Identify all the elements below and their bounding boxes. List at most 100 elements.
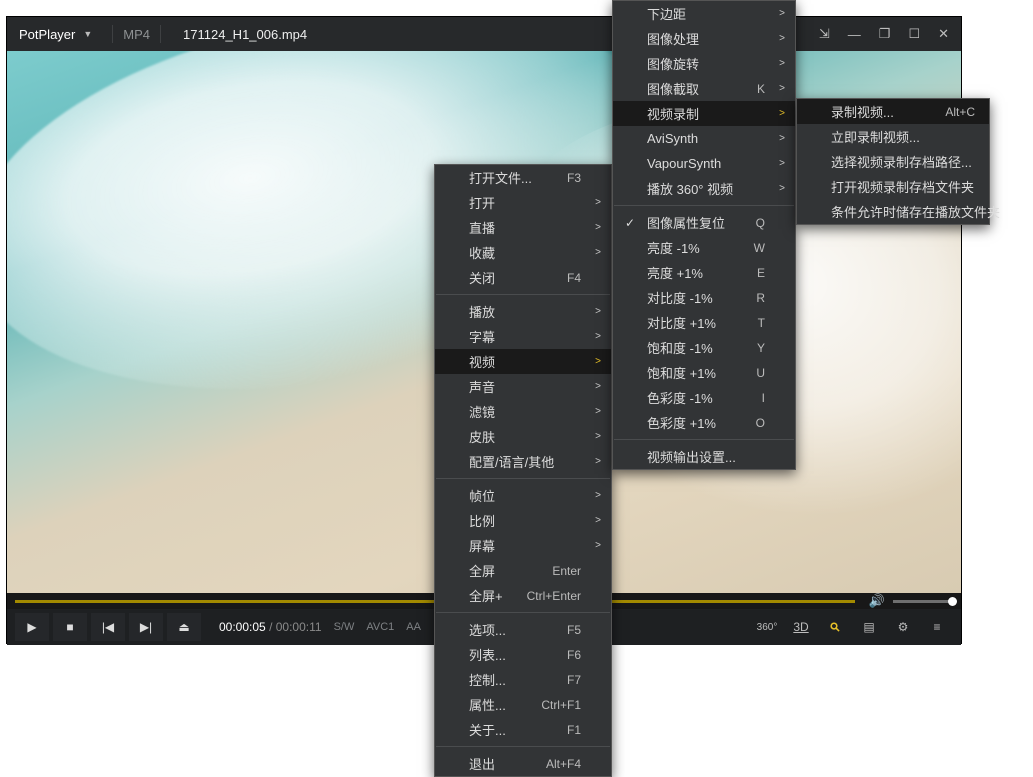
menu-item-label: 对比度 -1% [647,288,713,307]
menu-item-label: 选择视频录制存档路径... [831,152,972,171]
menu-item-label: 视频 [469,352,495,371]
stop-button[interactable]: ■ [53,613,87,641]
menu-item-label: 帧位 [469,486,495,505]
menu-item[interactable]: 配置/语言/其他> [435,449,611,474]
submenu-arrow-icon: > [779,183,785,194]
menu-item[interactable]: ✓图像属性复位Q [613,210,795,235]
menu-item-label: 播放 360° 视频 [647,179,733,198]
menu-item-label: 打开视频录制存档文件夹 [831,177,974,196]
divider [160,25,161,43]
menu-item[interactable]: 帧位 > [435,483,611,508]
prev-button[interactable]: |◀ [91,613,125,641]
menu-item-shortcut: Ctrl+F1 [541,698,581,712]
menu-item[interactable]: 对比度 +1%T [613,310,795,335]
menu-item[interactable]: 对比度 -1% R [613,285,795,310]
menu-item[interactable]: 选项...F5 [435,617,611,642]
menu-item[interactable]: 下边距> [613,1,795,26]
menu-item[interactable]: 图像截取K> [613,76,795,101]
menu-item-label: VapourSynth [647,156,721,171]
submenu-arrow-icon: > [595,331,601,342]
menu-item[interactable]: 滤镜> [435,399,611,424]
menu-item[interactable]: 控制...F7 [435,667,611,692]
menu-item[interactable]: 亮度 -1%W [613,235,795,260]
current-time: 00:00:05 [219,620,266,634]
menu-item-shortcut: F4 [567,271,581,285]
submenu-arrow-icon: > [595,222,601,233]
volume-track[interactable] [893,600,953,603]
volume-knob[interactable] [948,597,957,606]
context-menu-video[interactable]: 下边距>图像处理>图像旋转>图像截取K>视频录制>AviSynth>Vapour… [612,0,796,470]
submenu-arrow-icon: > [595,490,601,501]
menu-item-label: 图像处理 [647,29,699,48]
menu-item[interactable]: 全屏Enter [435,558,611,583]
submenu-arrow-icon: > [595,247,601,258]
3d-button[interactable]: 3D [791,617,811,637]
menu-item[interactable]: 打开> [435,190,611,215]
pin-icon[interactable]: ⇲ [819,26,830,42]
menu-item[interactable]: 屏幕> [435,533,611,558]
next-button[interactable]: ▶| [129,613,163,641]
context-menu-record[interactable]: 录制视频...Alt+C立即录制视频... 选择视频录制存档路径... 打开视频录制… [796,98,990,225]
menu-item-shortcut: R [756,291,765,305]
menu-item[interactable]: 皮肤> [435,424,611,449]
menu-icon[interactable]: ≡ [927,617,947,637]
menu-item[interactable]: AviSynth> [613,126,795,151]
menu-item[interactable]: 字幕> [435,324,611,349]
menu-item[interactable]: 亮度 +1%E [613,260,795,285]
menu-item[interactable]: VapourSynth > [613,151,795,176]
menu-item[interactable]: 色彩度 -1%I [613,385,795,410]
divider [112,25,113,43]
menu-item[interactable]: 属性...Ctrl+F1 [435,692,611,717]
menu-item-shortcut: U [756,366,765,380]
menu-item-label: AviSynth [647,131,698,146]
menu-item-label: 声音 [469,377,495,396]
submenu-arrow-icon: > [779,108,785,119]
context-menu-main[interactable]: 打开文件...F3打开>直播>收藏>关闭F4播放>字幕>视频>声音>滤镜>皮肤>… [434,164,612,777]
search-icon[interactable]: ⚲ [821,613,849,641]
time-display: 00:00:05 / 00:00:11 [219,620,322,634]
close-icon[interactable]: ✕ [938,26,949,42]
menu-item-label: 打开文件... [469,168,532,187]
menu-item[interactable]: 播放 360° 视频 > [613,176,795,201]
menu-item[interactable]: 色彩度 +1%O [613,410,795,435]
app-name[interactable]: PotPlayer [7,27,83,42]
menu-item[interactable]: 选择视频录制存档路径... [797,149,989,174]
menu-item-shortcut: W [754,241,765,255]
menu-item[interactable]: 收藏> [435,240,611,265]
360-button[interactable]: 360° [757,617,777,637]
menu-item[interactable]: 比例> [435,508,611,533]
menu-item[interactable]: 全屏+Ctrl+Enter [435,583,611,608]
menu-item[interactable]: 列表...F6 [435,642,611,667]
menu-item-label: 下边距 [647,4,686,23]
eject-button[interactable]: ⏏ [167,613,201,641]
menu-item[interactable]: 饱和度 -1%Y [613,335,795,360]
menu-item[interactable]: 图像处理> [613,26,795,51]
menu-item[interactable]: 图像旋转> [613,51,795,76]
menu-item[interactable]: 播放> [435,299,611,324]
menu-item[interactable]: 条件允许时储存在播放文件夹 [797,199,989,224]
menu-item[interactable]: 视频录制> [613,101,795,126]
menu-item[interactable]: 视频输出设置... [613,444,795,469]
menu-item[interactable]: 退出Alt+F4 [435,751,611,776]
settings-icon[interactable]: ⚙ [893,617,913,637]
menu-item[interactable]: 声音> [435,374,611,399]
play-button[interactable]: ▶ [15,613,49,641]
maximize-icon[interactable]: ☐ [908,26,920,42]
menu-item[interactable]: 立即录制视频... [797,124,989,149]
menu-item[interactable]: 录制视频...Alt+C [797,99,989,124]
menu-item[interactable]: 直播> [435,215,611,240]
menu-item-label: 对比度 +1% [647,313,716,332]
playlist-icon[interactable]: ▤ [859,617,879,637]
menu-item[interactable]: 打开文件...F3 [435,165,611,190]
restore-icon[interactable]: ❐ [879,26,891,42]
menu-item[interactable]: 视频> [435,349,611,374]
menu-item[interactable]: 关闭F4 [435,265,611,290]
volume-icon[interactable]: 🔊 [869,593,885,609]
menu-item[interactable]: 饱和度 +1%U [613,360,795,385]
submenu-arrow-icon: > [779,158,785,169]
app-menu-dropdown-icon[interactable]: ▼ [83,29,92,39]
menu-item[interactable]: 关于...F1 [435,717,611,742]
minimize-icon[interactable]: — [848,27,861,42]
menu-item-shortcut: O [756,416,765,430]
menu-item[interactable]: 打开视频录制存档文件夹 [797,174,989,199]
